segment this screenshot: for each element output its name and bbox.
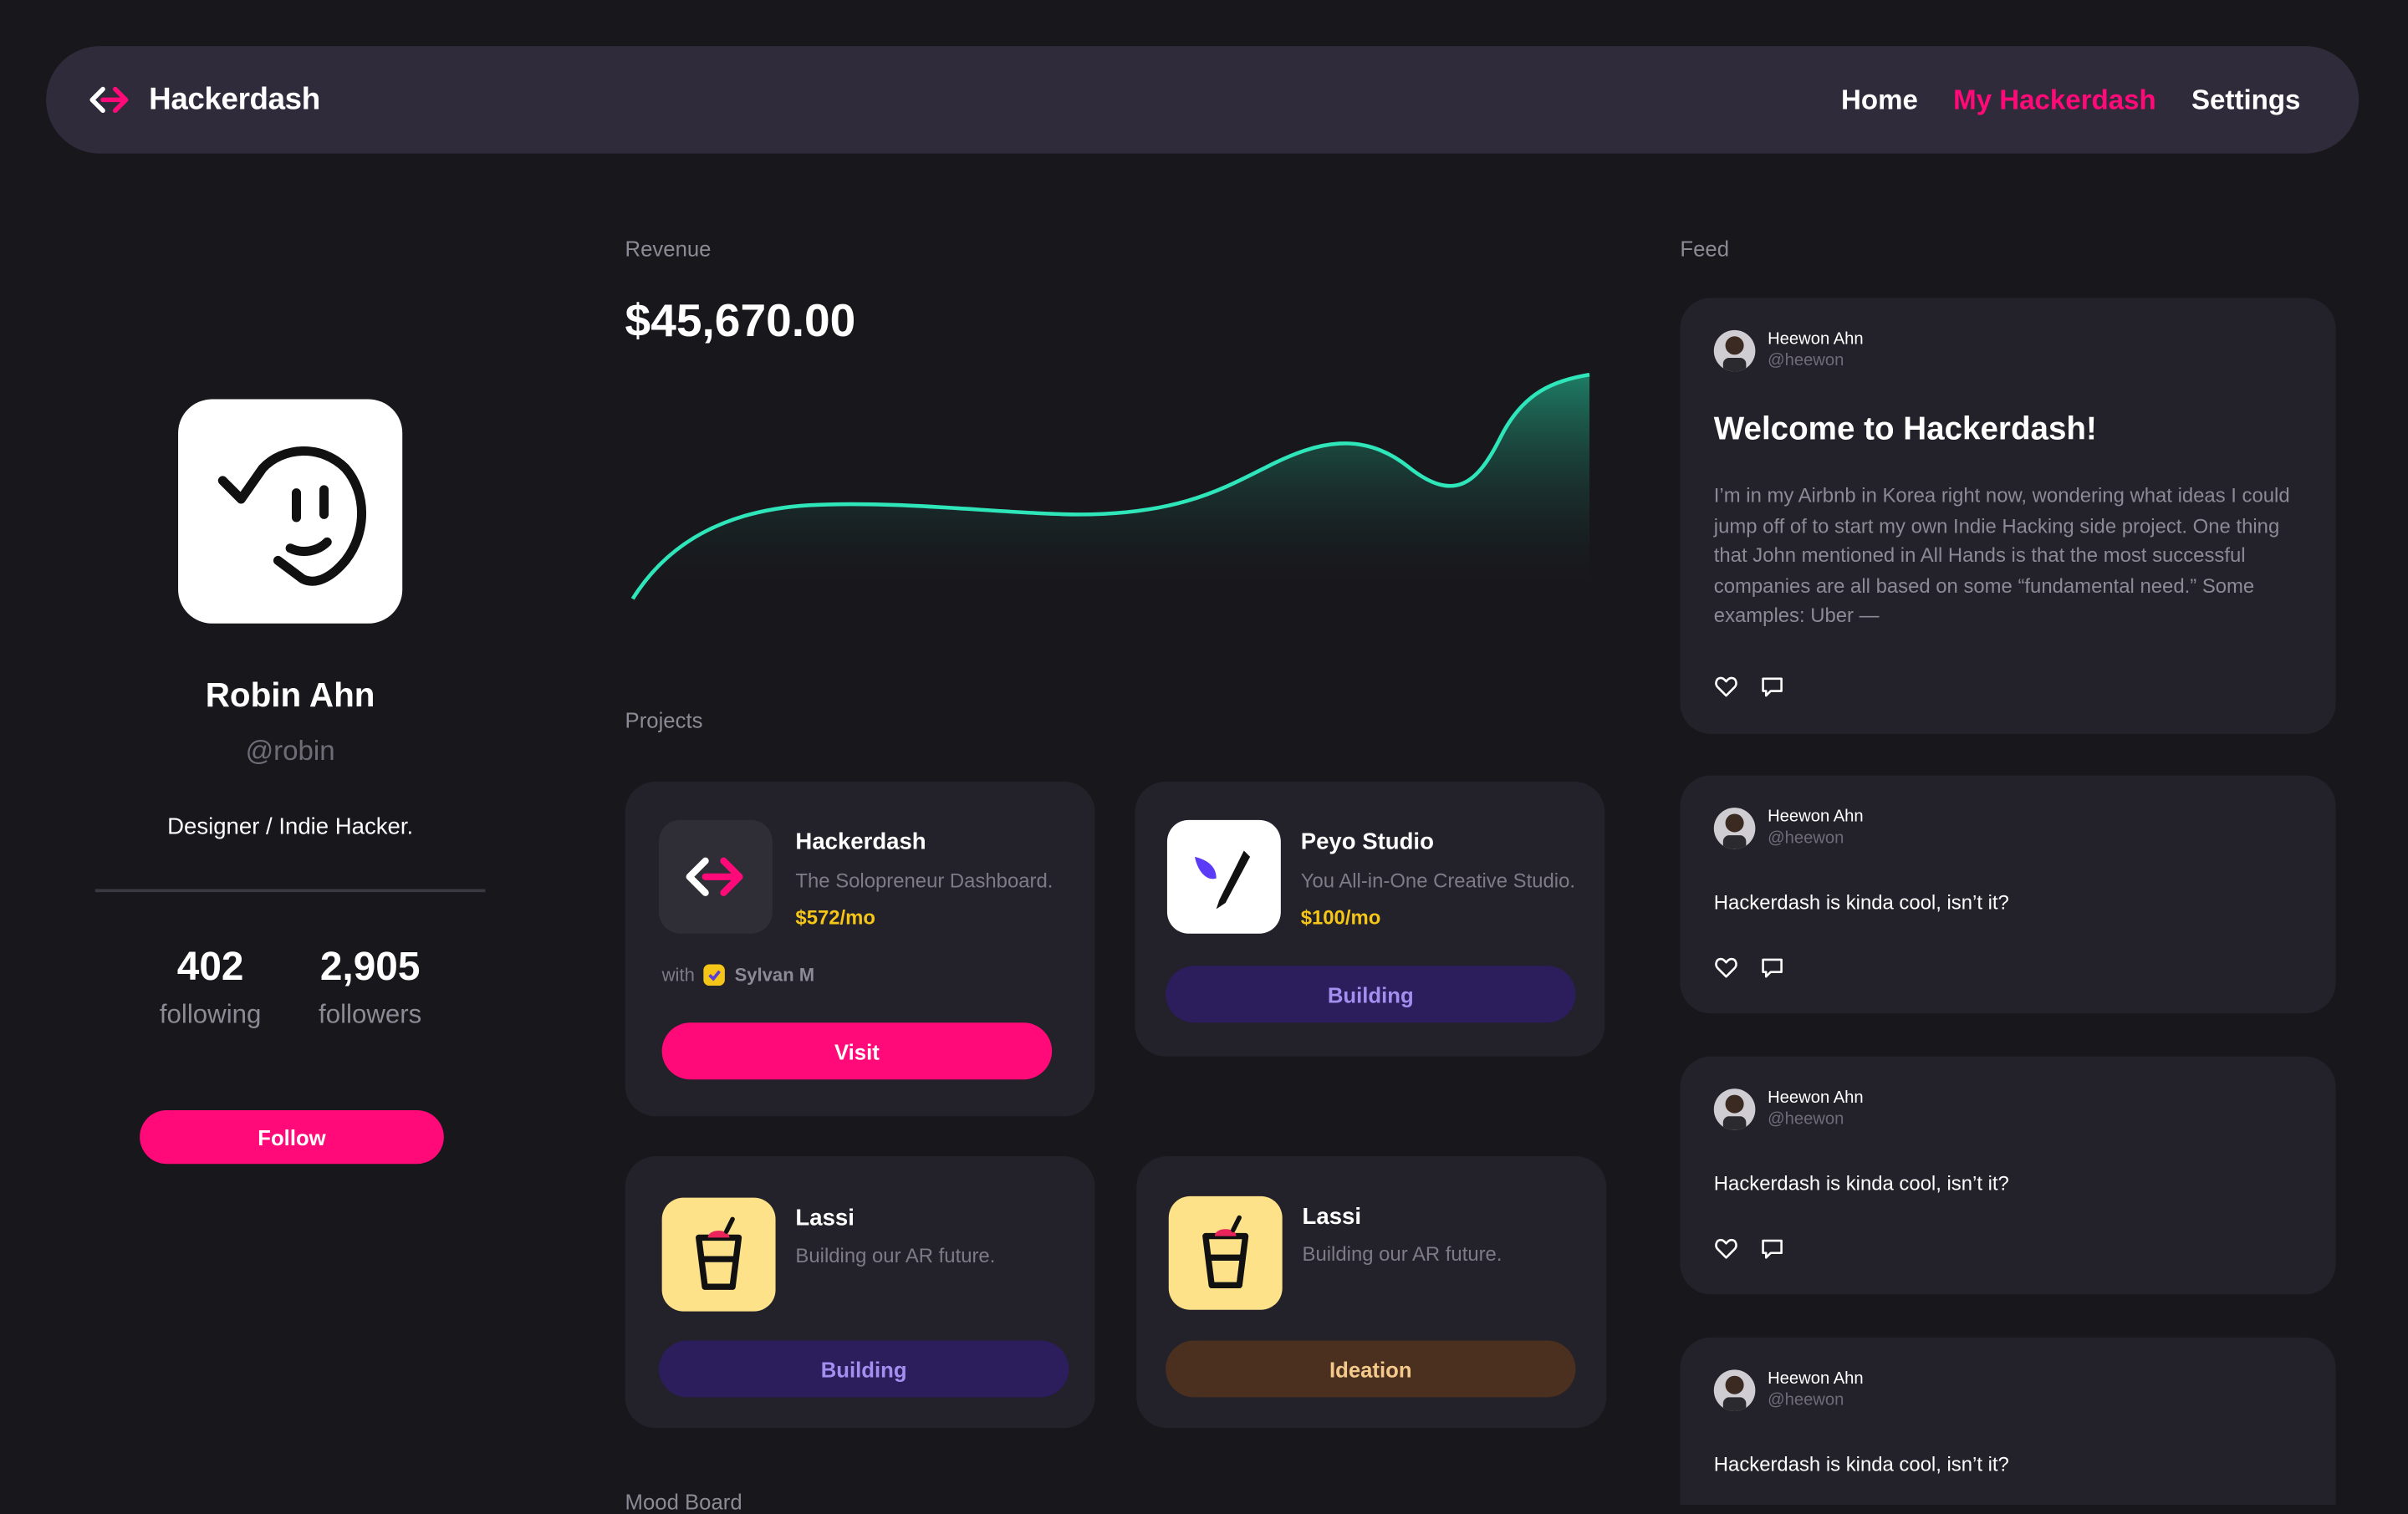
- peyo-studio-logo-icon: [1166, 819, 1281, 934]
- top-nav-bar: Hackerdash Home My Hackerdash Settings: [46, 46, 2360, 154]
- project-title: Hackerdash: [795, 828, 926, 856]
- peyo-pen-icon: [1194, 850, 1251, 910]
- comment-icon[interactable]: [1760, 1236, 1784, 1261]
- project-card-peyo-studio[interactable]: Peyo Studio You All-in-One Creative Stud…: [1135, 781, 1605, 1057]
- projects-label: Projects: [625, 707, 703, 733]
- project-desc: Building our AR future.: [795, 1243, 996, 1267]
- revenue-chart: [630, 372, 1590, 600]
- project-desc: Building our AR future.: [1302, 1241, 1502, 1266]
- author-name: Heewon Ahn: [1768, 329, 1864, 349]
- status-badge-building[interactable]: Building: [1166, 966, 1576, 1023]
- author-handle: @heewon: [1768, 351, 1844, 370]
- heart-icon[interactable]: [1714, 674, 1738, 698]
- following-stat[interactable]: 402 following: [141, 943, 279, 1031]
- collaborator-row: with Sylvan M: [661, 964, 815, 986]
- hackerdash-logo-icon: [89, 86, 129, 114]
- app-window: Hackerdash Home My Hackerdash Settings R…: [0, 0, 2408, 1514]
- post-text: Hackerdash is kinda cool, isn’t it?: [1713, 1452, 2009, 1476]
- author-avatar: [1713, 1088, 1756, 1129]
- followers-stat[interactable]: 2,905 followers: [301, 943, 439, 1031]
- heart-icon[interactable]: [1714, 955, 1738, 979]
- author-name: Heewon Ahn: [1768, 1088, 1864, 1108]
- post-actions: [1714, 955, 1784, 979]
- followers-count: 2,905: [319, 942, 421, 989]
- author-handle: @heewon: [1768, 1391, 1844, 1410]
- smiley-avatar-icon: [217, 446, 367, 586]
- post-actions: [1714, 674, 1784, 698]
- project-card-lassi[interactable]: Lassi Building our AR future. Building: [625, 1156, 1095, 1429]
- project-desc: You All-in-One Creative Studio.: [1300, 869, 1576, 893]
- author-avatar: [1713, 807, 1756, 849]
- feed-post[interactable]: Heewon Ahn @heewon Hackerdash is kinda c…: [1680, 1056, 2336, 1295]
- post-actions: [1714, 1236, 1784, 1261]
- following-count: 402: [176, 942, 244, 989]
- author-avatar: [1713, 329, 1756, 371]
- nav-links: Home My Hackerdash Settings: [1841, 46, 2300, 154]
- project-title: Peyo Studio: [1300, 828, 1434, 856]
- follow-button[interactable]: Follow: [140, 1109, 444, 1165]
- author-name: Heewon Ahn: [1768, 808, 1864, 827]
- post-author[interactable]: Heewon Ahn @heewon: [1713, 1369, 1864, 1411]
- project-desc: The Solopreneur Dashboard.: [795, 869, 1054, 893]
- nav-link-my-hackerdash[interactable]: My Hackerdash: [1953, 84, 2156, 116]
- avatar: [178, 399, 403, 624]
- feed-post[interactable]: Heewon Ahn @heewon Hackerdash is kinda c…: [1680, 1337, 2336, 1506]
- comment-icon[interactable]: [1760, 955, 1784, 979]
- heart-icon[interactable]: [1714, 1236, 1738, 1261]
- feed-label: Feed: [1680, 236, 1730, 262]
- cup-icon: [696, 1216, 742, 1290]
- author-name: Heewon Ahn: [1768, 1369, 1864, 1389]
- status-badge-building[interactable]: Building: [658, 1340, 1069, 1398]
- project-price: $100/mo: [1300, 905, 1381, 930]
- nav-link-settings[interactable]: Settings: [2191, 84, 2300, 116]
- author-handle: @heewon: [1768, 828, 1844, 848]
- project-card-lassi-ideation[interactable]: Lassi Building our AR future. Ideation: [1136, 1156, 1607, 1429]
- visit-button[interactable]: Visit: [661, 1022, 1053, 1080]
- project-price: $572/mo: [795, 905, 876, 930]
- project-title: Lassi: [1302, 1204, 1362, 1231]
- feed-post[interactable]: Heewon Ahn @heewon Welcome to Hackerdash…: [1680, 298, 2336, 734]
- hackerdash-arrows-icon: [686, 857, 743, 896]
- profile-handle: @robin: [245, 735, 335, 767]
- project-title: Lassi: [795, 1205, 855, 1232]
- hackerdash-logo-icon: [658, 819, 773, 934]
- revenue-label: Revenue: [625, 236, 712, 262]
- post-text: Hackerdash is kinda cool, isn’t it?: [1713, 890, 2009, 914]
- comment-icon[interactable]: [1760, 674, 1784, 698]
- post-body: I’m in my Airbnb in Korea right now, won…: [1713, 483, 2290, 628]
- collaborator-name[interactable]: Sylvan M: [735, 964, 815, 986]
- revenue-amount: $45,670.00: [625, 296, 856, 348]
- status-badge-ideation[interactable]: Ideation: [1166, 1340, 1576, 1398]
- author-avatar: [1713, 1369, 1756, 1411]
- followers-label: followers: [319, 999, 422, 1029]
- post-text: Hackerdash is kinda cool, isn’t it?: [1713, 1171, 2009, 1195]
- author-handle: @heewon: [1768, 1109, 1844, 1129]
- post-title: Welcome to Hackerdash!: [1713, 411, 2097, 447]
- brand-name: Hackerdash: [149, 82, 320, 116]
- collaborator-avatar-icon: [703, 964, 726, 986]
- cup-icon: [1202, 1215, 1249, 1289]
- divider: [94, 889, 486, 893]
- following-label: following: [159, 999, 262, 1029]
- nav-link-home[interactable]: Home: [1841, 84, 1918, 116]
- moodboard-label: Mood Board: [625, 1489, 742, 1514]
- feed-post[interactable]: Heewon Ahn @heewon Hackerdash is kinda c…: [1680, 775, 2336, 1014]
- post-author[interactable]: Heewon Ahn @heewon: [1713, 806, 1864, 849]
- profile-bio: Designer / Indie Hacker.: [167, 813, 414, 840]
- brand[interactable]: Hackerdash: [89, 46, 320, 154]
- project-card-hackerdash[interactable]: Hackerdash The Solopreneur Dashboard. $5…: [625, 781, 1095, 1117]
- post-author[interactable]: Heewon Ahn @heewon: [1713, 1087, 1864, 1129]
- lassi-cup-icon: [661, 1197, 776, 1312]
- lassi-cup-icon: [1168, 1195, 1283, 1310]
- with-label: with: [661, 964, 695, 986]
- post-author[interactable]: Heewon Ahn @heewon: [1713, 329, 1864, 371]
- profile-name: Robin Ahn: [205, 675, 375, 715]
